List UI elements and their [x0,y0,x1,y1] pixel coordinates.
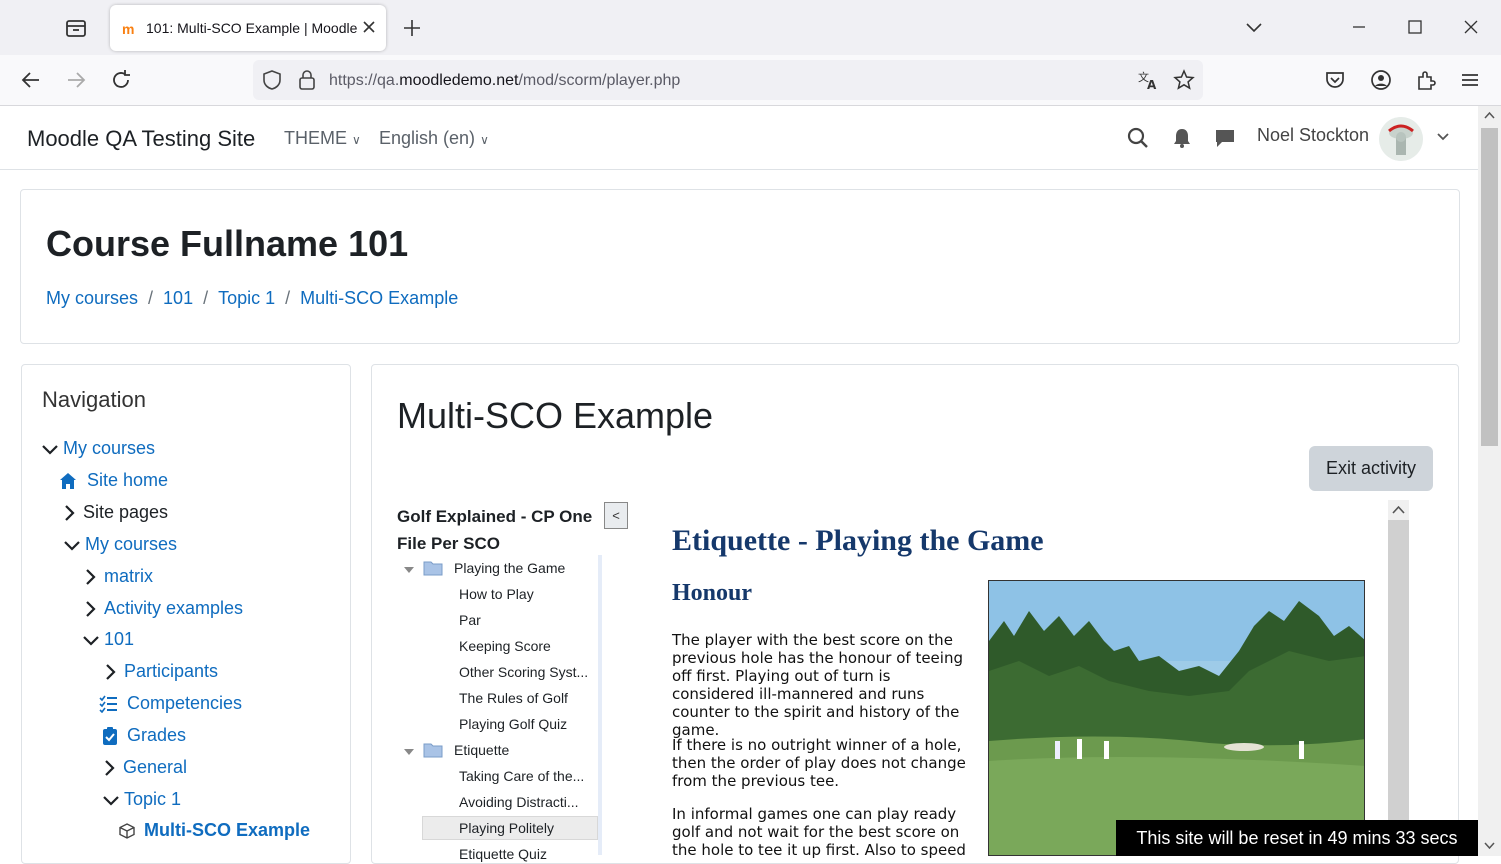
breadcrumb-my-courses[interactable]: My courses [46,288,138,308]
theme-dropdown[interactable]: THEME ∨ [284,128,361,149]
toc-item-playing-the-game[interactable]: Playing the Game [454,560,565,576]
back-icon[interactable] [19,68,43,92]
forward-icon[interactable] [64,68,88,92]
maximize-icon[interactable] [1404,16,1426,38]
tab-overview-icon[interactable] [63,16,89,40]
moodle-favicon-icon: m [122,21,135,37]
close-window-icon[interactable] [1460,16,1482,38]
course-title: Course Fullname 101 [46,223,409,264]
chevron-down-icon: ∨ [480,133,489,147]
moodle-navbar: Moodle QA Testing Site THEME ∨ English (… [0,106,1478,170]
home-icon [60,473,76,489]
translate-icon[interactable]: 文A [1137,69,1159,91]
breadcrumb-multi-sco-example[interactable]: Multi-SCO Example [300,288,458,308]
close-tab-icon[interactable] [360,18,378,36]
scroll-up-icon[interactable] [1388,500,1409,520]
user-name[interactable]: Noel Stockton [1257,125,1369,146]
sco-subheading: Honour [672,580,753,606]
breadcrumb-topic-1[interactable]: Topic 1 [218,288,275,308]
new-tab-icon[interactable] [402,18,422,38]
scroll-up-icon [1484,111,1495,119]
chevron-right-icon [86,601,96,617]
navigation-heading: Navigation [42,387,146,412]
user-menu-chevron-down-icon[interactable] [1436,130,1450,144]
extensions-icon[interactable] [1414,68,1438,92]
activity-title: Multi-SCO Example [397,395,714,436]
scroll-down-icon [1484,842,1495,850]
reset-countdown-banner: This site will be reset in 49 mins 33 se… [1116,820,1478,856]
folder-icon [423,743,443,758]
chevron-down-icon [64,541,80,551]
chevron-right-icon [65,505,75,521]
toc-item-playing-politely[interactable]: Playing Politely [459,820,554,836]
breadcrumb: My courses/101/Topic 1/Multi-SCO Example [46,288,459,308]
browser-tabstrip: m 101: Multi-SCO Example | Moodle [0,0,1501,55]
toc-item-rules-of-golf[interactable]: The Rules of Golf [459,690,568,706]
scorm-package-icon [119,823,135,839]
browser-navbar: https://qa.moodledemo.net/mod/scorm/play… [0,55,1501,106]
page-header-card [20,189,1460,344]
minimize-icon[interactable] [1348,16,1370,38]
toc-title: Golf Explained - CP One File Per SCO [397,507,593,553]
chevron-down-icon [83,636,99,646]
toc-item-etiquette-quiz[interactable]: Etiquette Quiz [459,846,547,862]
exit-activity-button[interactable]: Exit activity [1309,446,1433,491]
chevron-right-icon [105,760,115,776]
reload-icon[interactable] [109,68,133,92]
chevron-right-icon [106,664,116,680]
sco-paragraph: If there is no outright winner of a hole… [672,736,966,790]
sco-paragraph: In informal games one can play ready gol… [672,805,966,859]
chevron-down-icon: ∨ [352,133,361,147]
tab-title: 101: Multi-SCO Example | Moodle [146,20,358,36]
language-dropdown[interactable]: English (en) ∨ [379,128,489,149]
site-name[interactable]: Moodle QA Testing Site [27,126,255,152]
expanded-arrow-icon[interactable] [403,748,415,756]
account-icon[interactable] [1369,68,1393,92]
toc-item-keeping-score[interactable]: Keeping Score [459,638,551,654]
bookmark-star-icon[interactable] [1173,69,1195,91]
tracking-shield-icon[interactable] [261,69,283,91]
svg-text:A: A [1147,78,1157,91]
sco-frame-scrollbar[interactable] [1388,500,1409,856]
grades-clipboard-icon [103,727,117,745]
url-bar[interactable]: https://qa.moodledemo.net/mod/scorm/play… [253,60,1203,100]
toc-item-other-scoring[interactable]: Other Scoring Syst... [459,664,588,680]
notifications-bell-icon[interactable] [1170,126,1194,150]
toc-item-par[interactable]: Par [459,612,481,628]
golf-course-photo [988,580,1365,856]
chevron-down-icon [103,796,119,806]
sco-heading: Etiquette - Playing the Game [672,524,1044,557]
toc-item-etiquette[interactable]: Etiquette [454,742,509,758]
pocket-icon[interactable] [1323,68,1347,92]
lock-icon[interactable] [297,69,317,91]
folder-icon [423,561,443,576]
search-icon[interactable] [1126,126,1150,150]
toc-item-playing-golf-quiz[interactable]: Playing Golf Quiz [459,716,567,732]
page-scrollbar-thumb[interactable] [1481,128,1498,446]
toc-item-avoiding-distractions[interactable]: Avoiding Distracti... [459,794,579,810]
avatar[interactable] [1379,117,1423,161]
toc-item-how-to-play[interactable]: How to Play [459,586,534,602]
toc-scrollbar[interactable] [598,555,602,855]
expanded-arrow-icon[interactable] [403,566,415,574]
menu-icon[interactable] [1458,68,1482,92]
checklist-icon [99,695,117,713]
chevron-down-icon [42,445,58,455]
chevron-right-icon [86,569,96,585]
toc-item-taking-care[interactable]: Taking Care of the... [459,768,584,784]
sco-paragraph: The player with the best score on the pr… [672,631,963,739]
messages-chat-icon[interactable] [1213,126,1237,150]
toc-collapse-button[interactable]: < [604,502,628,529]
url-text: https://qa.moodledemo.net/mod/scorm/play… [329,72,681,89]
breadcrumb-101[interactable]: 101 [163,288,193,308]
list-all-tabs-icon[interactable] [1243,16,1265,38]
browser-tab[interactable]: m 101: Multi-SCO Example | Moodle [110,5,386,51]
